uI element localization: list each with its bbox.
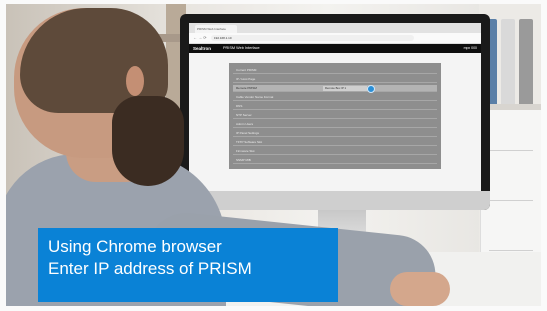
person-ear — [126, 66, 144, 96]
settings-row-label: Cable Vendor Name Format — [236, 95, 274, 99]
settings-row-label: IP / Host Page — [236, 77, 256, 81]
settings-row[interactable]: DNS — [233, 103, 437, 110]
settings-row[interactable]: Current PRISM — [233, 67, 437, 74]
browser-tabstrip: PRISM Web Interface — [189, 23, 481, 33]
settings-row-label: IP Panel Settings — [236, 131, 259, 135]
person-hand — [390, 272, 450, 306]
settings-row[interactable]: Cable Vendor Name Format — [233, 94, 437, 101]
settings-row-label: Current PRISM — [236, 68, 257, 72]
settings-row-label: DNS — [236, 104, 243, 108]
binder — [501, 19, 515, 109]
settings-row-label: Firmware Slot — [236, 149, 255, 153]
settings-row[interactable]: IP / Host Page — [233, 76, 437, 83]
settings-row[interactable]: TFTP Software Slot — [233, 139, 437, 146]
computer-monitor: PRISM Web Interface ← → ⟳ 192.168.1.10 S… — [180, 14, 490, 210]
browser-tab[interactable]: PRISM Web Interface — [195, 25, 237, 33]
settings-row-label: NTP Server — [236, 113, 252, 117]
caption-line-1: Using Chrome browser — [48, 237, 222, 256]
device-label: mpx 000 — [463, 46, 477, 50]
monitor-screen: PRISM Web Interface ← → ⟳ 192.168.1.10 S… — [189, 23, 481, 191]
app-header: Sealtron PRISM Web Interface mpx 000 — [189, 44, 481, 53]
nav-arrows-icon[interactable]: ← → ⟳ — [193, 35, 207, 40]
settings-row[interactable]: IP Panel Settings — [233, 130, 437, 137]
settings-panel: Current PRISM IP / Host Page Remote PRISM R… — [229, 63, 441, 169]
person-head — [14, 8, 184, 186]
settings-row-label: SNMP MIB — [236, 158, 251, 162]
settings-row-label: Admin Users — [236, 122, 254, 126]
caption-line-2: Enter IP address of PRISM — [48, 259, 252, 278]
settings-row-label: Remote PRISM — [236, 86, 257, 90]
caption-box: Using Chrome browser Enter IP address of… — [38, 228, 338, 302]
mouse-cursor-icon — [367, 85, 375, 93]
brand-logo: Sealtron — [193, 46, 212, 51]
person-beard — [112, 96, 184, 186]
settings-row[interactable]: Remote PRISM Remote Box IP 1 — [233, 85, 437, 93]
settings-row[interactable]: NTP Server — [233, 112, 437, 119]
binder — [519, 19, 533, 109]
settings-row-label: TFTP Software Slot — [236, 140, 263, 144]
video-frame: PRISM Web Interface ← → ⟳ 192.168.1.10 S… — [6, 4, 541, 306]
settings-dropdown[interactable]: Remote Box IP 1 — [323, 86, 367, 91]
settings-row[interactable]: Firmware Slot — [233, 148, 437, 155]
address-bar[interactable]: 192.168.1.10 — [211, 35, 414, 41]
monitor-chin — [180, 191, 490, 210]
settings-row[interactable]: Admin Users — [233, 121, 437, 128]
settings-row[interactable]: SNMP MIB — [233, 157, 437, 164]
browser-toolbar: ← → ⟳ 192.168.1.10 — [189, 33, 481, 44]
app-title: PRISM Web Interface — [223, 46, 260, 50]
